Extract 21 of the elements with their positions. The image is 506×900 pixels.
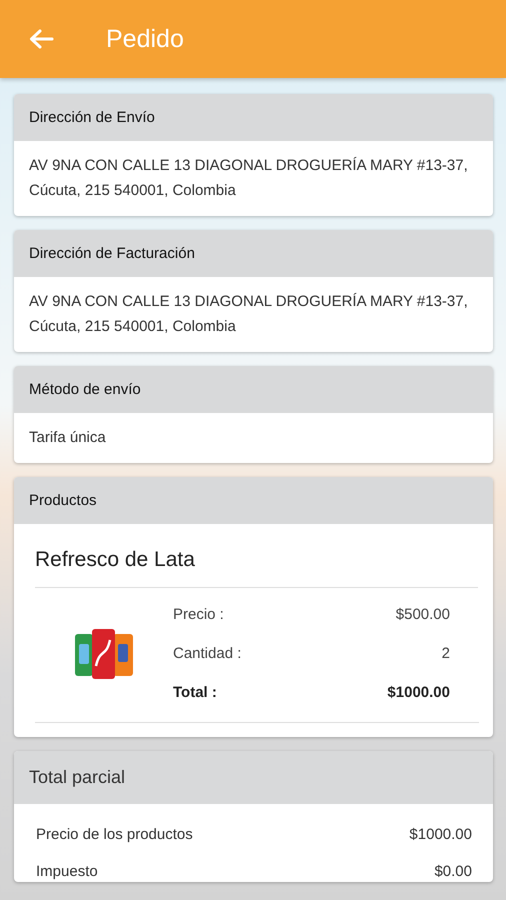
product-name: Refresco de Lata — [35, 524, 478, 588]
section-title: Método de envío — [29, 381, 141, 398]
screen-title: Pedido — [106, 24, 184, 54]
back-arrow-icon — [28, 28, 54, 50]
section-title: Total parcial — [29, 767, 126, 788]
summary-label: Impuesto — [36, 862, 98, 882]
section-text: AV 9NA CON CALLE 13 DIAGONAL DROGUERÍA MARY #13-37, Cúcuta, 215 540001, Colombia — [29, 156, 469, 201]
summary-value: $0.00 — [434, 862, 472, 882]
summary-label: Precio de los productos — [36, 825, 193, 845]
detail-label: Precio : — [173, 605, 224, 625]
detail-value: 2 — [442, 644, 450, 664]
section-text: Tarifa única — [29, 428, 107, 448]
detail-value: $1000.00 — [387, 683, 450, 703]
section-title: Dirección de Envío — [29, 109, 155, 126]
section-title: Productos — [29, 492, 97, 509]
detail-label: Total : — [173, 683, 217, 703]
section-text: AV 9NA CON CALLE 13 DIAGONAL DROGUERÍA MARY #13-37, Cúcuta, 215 540001, Colombia — [29, 292, 469, 337]
summary-value: $1000.00 — [409, 825, 472, 845]
section-title: Dirección de Facturación — [29, 245, 195, 262]
detail-value: $500.00 — [396, 605, 450, 625]
detail-label: Cantidad : — [173, 644, 242, 664]
